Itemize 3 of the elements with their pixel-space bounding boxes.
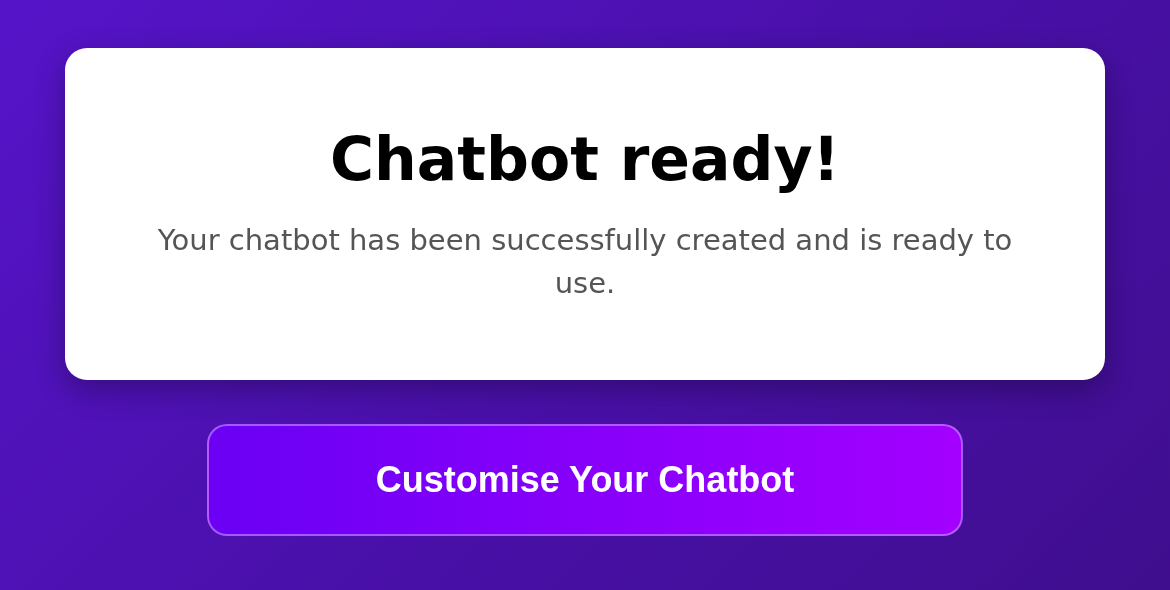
heading: Chatbot ready! (330, 122, 840, 195)
customise-button[interactable]: Customise Your Chatbot (207, 424, 963, 536)
message-text: Your chatbot has been successfully created and is ready to use. (156, 221, 1014, 302)
